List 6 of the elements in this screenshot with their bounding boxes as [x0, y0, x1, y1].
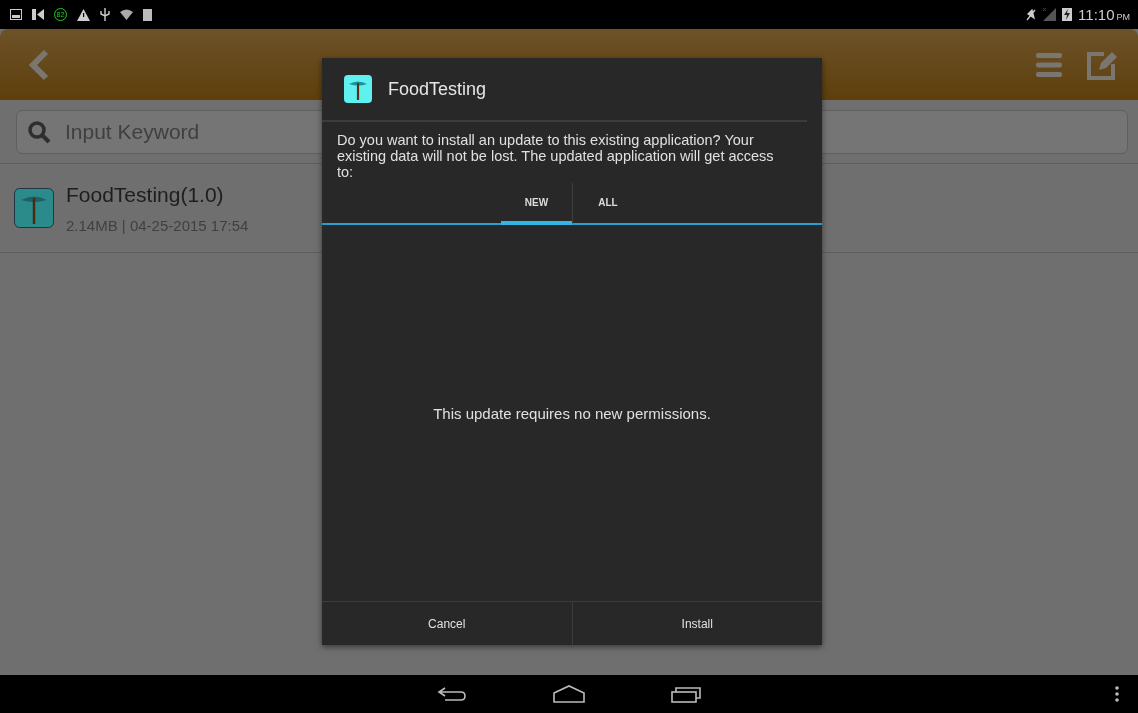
- clock-suffix: PM: [1116, 11, 1130, 22]
- clock: 11:10: [1078, 6, 1115, 23]
- dialog-title: FoodTesting: [388, 78, 487, 100]
- dialog-message: Do you want to install an update to this existing application? Your existing data will not be lost. The updated application will get access to:: [336, 131, 775, 180]
- permissions-message: This update requires no new permissions.: [433, 404, 711, 422]
- app-name: FoodTesting(1.0): [66, 182, 225, 207]
